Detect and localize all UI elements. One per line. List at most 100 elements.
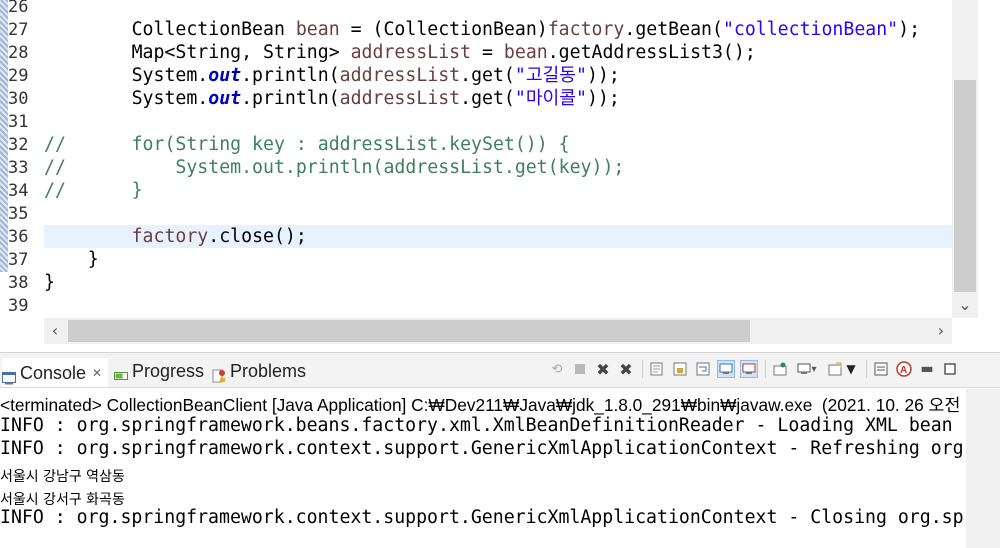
code-token: addressList [339,65,461,86]
console-line: 서울시 강서구 화곡동 [0,492,125,508]
problems-icon [212,364,226,383]
code-line[interactable]: 30 System.out.println(addressList.get("마… [0,87,952,110]
code-token: addressList [350,42,472,63]
line-number: 36 [8,227,29,247]
scroll-right-arrow-icon[interactable]: › [930,318,952,344]
pin-console-icon[interactable] [771,360,789,378]
view-tab-bar: Console ✕ Progress Problems ⟲ ✖ ✖ ▾ ▼ A … [0,353,1000,388]
code-token: "고길동" [514,65,587,86]
svg-text:A: A [900,365,907,376]
line-number: 28 [8,43,29,63]
terminate-icon[interactable] [571,360,589,378]
show-on-stdout-icon[interactable] [717,360,735,378]
editor-vertical-scroll-thumb[interactable] [954,80,976,292]
code-line[interactable]: 39 [0,294,952,317]
console-vertical-scrollbar[interactable] [966,389,1000,548]
console-view: Console ✕ Progress Problems ⟲ ✖ ✖ ▾ ▼ A … [0,352,1000,548]
progress-icon [114,364,128,380]
minimize-icon[interactable]: ▬ [918,360,936,378]
code-token: = [471,42,504,63]
line-number: 27 [8,20,29,40]
code-token: bean [503,42,548,63]
code-token: = (CollectionBean) [339,19,548,40]
open-console-icon[interactable]: ▼ [825,360,859,378]
code-line[interactable]: 34 // } [0,179,952,202]
code-token: .getAddressList3(); [547,42,756,63]
code-token: factory [547,19,625,40]
terminated-status-line: <terminated> CollectionBeanClient [Java … [0,395,966,415]
editor-horizontal-scroll-thumb[interactable] [68,320,750,342]
tab-console-label: Console [20,362,87,383]
tab-console[interactable]: Console ✕ [2,358,109,387]
close-icon[interactable]: ✕ [92,360,102,386]
line-number: 30 [8,89,29,109]
remove-terminated-icon[interactable]: ✖ [617,360,635,379]
code-token: .close(); [208,226,307,247]
code-line[interactable]: 38} [0,271,952,294]
code-line[interactable]: 35 [0,202,952,225]
console-line: INFO : org.springframework.beans.factory… [0,415,953,436]
code-token: )); [586,65,620,86]
remove-launch-icon[interactable]: ⟲ [548,360,566,378]
code-token: System. [44,88,209,109]
line-number: 39 [8,296,29,316]
code-token: System. [44,65,209,86]
toolbar-separator [866,360,867,378]
code-token: Map<String, String> [44,42,351,63]
console-icon [2,366,16,384]
line-number: 32 [8,135,29,155]
code-token: .println( [241,88,340,109]
code-token: .get( [460,65,515,86]
code-token: "collectionBean" [722,19,899,40]
tab-progress[interactable]: Progress [114,358,204,384]
code-token: CollectionBean [44,19,296,40]
console-line: 서울시 강남구 역삼동 [0,469,125,485]
code-token: .getBean( [624,19,723,40]
code-line[interactable]: 28 Map<String, String> addressList = bea… [0,41,952,64]
code-line[interactable]: 27 CollectionBean bean = (CollectionBean… [0,18,952,41]
line-number: 26 [8,0,29,17]
scroll-down-arrow-icon[interactable]: ⌄ [952,294,978,316]
code-token: addressList [339,88,461,109]
code-token: // System.out.println(addressList.get(ke… [44,157,625,178]
code-editor[interactable]: 26 27 CollectionBean bean = (CollectionBe… [0,0,1000,345]
code-token: )); [586,88,620,109]
line-number: 33 [8,158,29,178]
code-line[interactable]: 37 } [0,248,952,271]
code-line[interactable]: 29 System.out.println(addressList.get("고… [0,64,952,87]
display-selected-console-icon[interactable]: ▾ [794,360,820,378]
maximize-icon[interactable] [941,360,959,378]
line-number: 31 [8,112,29,132]
code-token: // for(String key : addressList.keySet()… [44,134,570,155]
view-menu-icon[interactable] [872,360,890,378]
editor-vertical-scrollbar[interactable] [952,0,978,318]
scroll-left-arrow-icon[interactable]: ‹ [44,318,66,344]
code-area[interactable]: 26 27 CollectionBean bean = (CollectionBe… [0,0,952,318]
code-line[interactable]: 31 [0,110,952,133]
tab-progress-label: Progress [132,361,205,381]
remove-all-terminated-icon[interactable]: ✖ [594,360,612,379]
clear-console-icon[interactable] [648,360,666,378]
code-token: factory [131,226,209,247]
console-output[interactable]: <terminated> CollectionBeanClient [Java … [0,389,966,548]
code-token: .get( [460,88,515,109]
code-line[interactable]: 33 // System.out.println(addressList.get(… [0,156,952,179]
code-token: } [44,249,99,270]
code-line[interactable]: 26 [0,0,952,18]
tab-problems[interactable]: Problems [212,358,306,384]
scroll-lock-icon[interactable] [671,360,689,378]
code-token: bean [295,19,340,40]
show-on-stderr-icon[interactable] [740,360,758,378]
code-token: out [208,65,242,86]
line-number: 29 [8,66,29,86]
debug-console-icon[interactable]: A [895,360,913,378]
code-line[interactable]: 36 factory.close(); [8,225,952,248]
line-number: 34 [8,181,29,201]
code-token: "마이콜" [514,88,587,109]
code-line[interactable]: 32 // for(String key : addressList.keySet… [0,133,952,156]
line-number: 38 [8,273,29,293]
tab-problems-label: Problems [230,361,307,381]
word-wrap-icon[interactable] [694,360,712,378]
editor-horizontal-scrollbar[interactable]: ‹ › [44,318,952,344]
